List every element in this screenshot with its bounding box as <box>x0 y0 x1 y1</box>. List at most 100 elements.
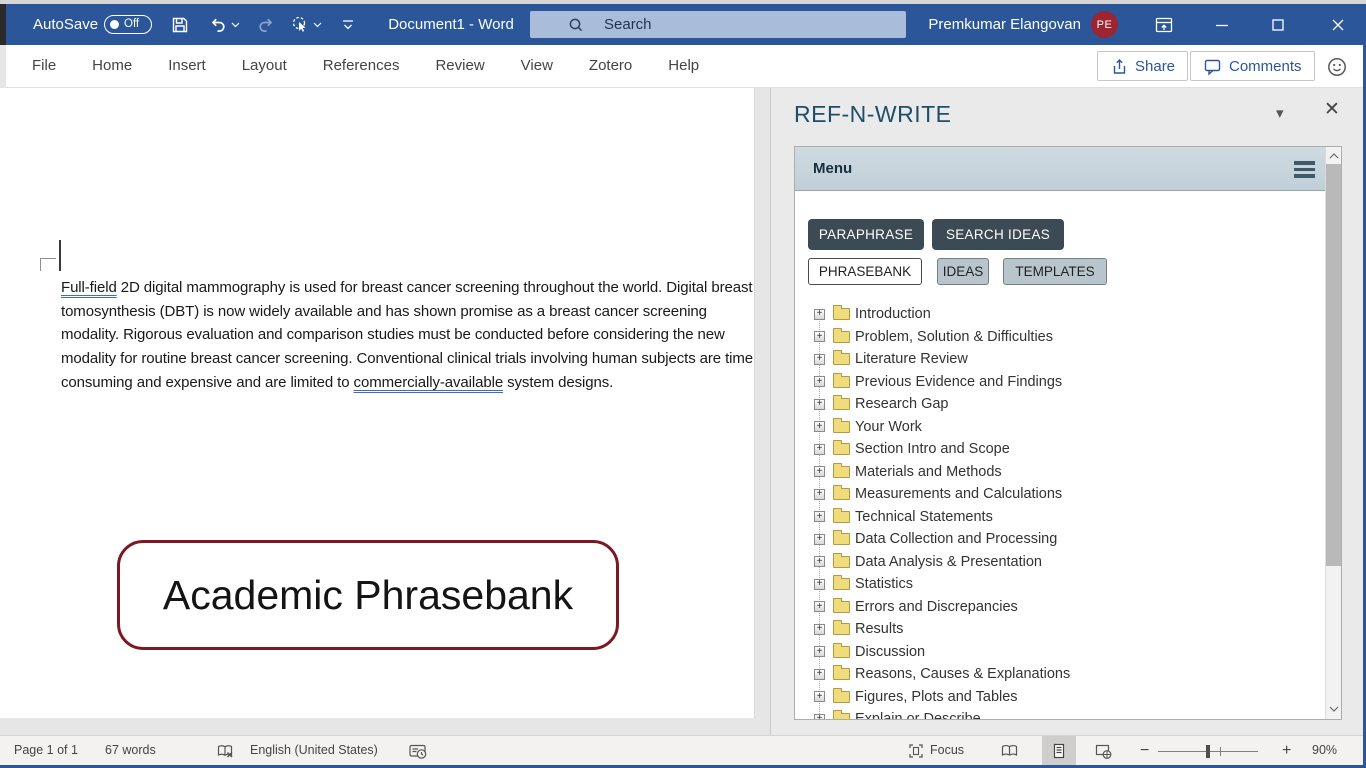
tree-node-introduction[interactable]: + Introduction <box>795 303 1323 326</box>
expand-plus-icon[interactable]: + <box>814 691 825 703</box>
customize-quick-access-toolbar-button[interactable] <box>336 13 360 37</box>
tree-node-materials-methods[interactable]: + Materials and Methods <box>795 461 1323 484</box>
tab-insert[interactable]: Insert <box>150 45 224 87</box>
paraphrase-button[interactable]: PARAPHRASE <box>808 219 924 250</box>
grammar-flagged-text[interactable]: Full-field <box>61 279 117 296</box>
tab-layout[interactable]: Layout <box>224 45 305 87</box>
grammar-flagged-text[interactable]: commercially-available <box>354 374 504 391</box>
expand-plus-icon[interactable]: + <box>814 578 825 590</box>
document-background <box>755 88 770 735</box>
tree-node-literature-review[interactable]: + Literature Review <box>795 348 1323 371</box>
proofing-errors-button[interactable] <box>216 743 234 765</box>
scrollbar-up-icon[interactable] <box>1326 148 1341 164</box>
tree-node-measurements[interactable]: + Measurements and Calculations <box>795 483 1323 506</box>
page-indicator[interactable]: Page 1 of 1 <box>14 736 78 765</box>
maximize-button[interactable] <box>1258 4 1298 45</box>
tree-node-explain-describe[interactable]: + Explain or Describe <box>795 708 1323 719</box>
document-updates-button[interactable] <box>408 743 428 765</box>
print-layout-button[interactable] <box>1042 736 1076 765</box>
tree-node-data-collection[interactable]: + Data Collection and Processing <box>795 528 1323 551</box>
pane-options-dropdown[interactable]: ▾ <box>1276 104 1284 122</box>
web-layout-button[interactable] <box>1094 743 1113 765</box>
undo-button[interactable] <box>206 13 230 37</box>
tree-node-previous-evidence[interactable]: + Previous Evidence and Findings <box>795 371 1323 394</box>
touch-mode-dropdown[interactable] <box>310 13 324 37</box>
tree-node-results[interactable]: + Results <box>795 618 1323 641</box>
expand-plus-icon[interactable]: + <box>814 601 825 613</box>
expand-plus-icon[interactable]: + <box>814 398 825 410</box>
word-count[interactable]: 67 words <box>105 736 156 765</box>
share-button[interactable]: Share <box>1097 51 1189 81</box>
tree-node-figures-plots[interactable]: + Figures, Plots and Tables <box>795 686 1323 709</box>
pane-scrollbar[interactable] <box>1325 147 1341 719</box>
tab-review[interactable]: Review <box>417 45 502 87</box>
ideas-button[interactable]: IDEAS <box>937 258 989 285</box>
touch-mouse-mode-button[interactable] <box>288 13 312 37</box>
undo-dropdown[interactable] <box>228 13 242 37</box>
paragraph-text[interactable]: system designs. <box>503 374 613 391</box>
expand-plus-icon[interactable]: + <box>814 443 825 455</box>
tree-node-your-work[interactable]: + Your Work <box>795 416 1323 439</box>
tree-node-section-intro[interactable]: + Section Intro and Scope <box>795 438 1323 461</box>
scrollbar-thumb[interactable] <box>1326 164 1341 566</box>
menu-bar[interactable]: Menu <box>795 147 1341 191</box>
tree-node-errors-discrepancies[interactable]: + Errors and Discrepancies <box>795 596 1323 619</box>
pane-close-button[interactable]: ✕ <box>1324 98 1340 121</box>
zoom-slider[interactable] <box>1158 744 1258 758</box>
tab-zotero[interactable]: Zotero <box>571 45 650 87</box>
zoom-out-button[interactable]: − <box>1140 736 1149 765</box>
tree-node-problem-solution[interactable]: + Problem, Solution & Difficulties <box>795 326 1323 349</box>
user-name[interactable]: Premkumar Elangovan <box>928 4 1081 45</box>
print-layout-icon <box>1053 743 1065 758</box>
expand-plus-icon[interactable]: + <box>814 331 825 343</box>
expand-plus-icon[interactable]: + <box>814 511 825 523</box>
tree-node-discussion[interactable]: + Discussion <box>795 641 1323 664</box>
zoom-in-button[interactable]: + <box>1282 736 1291 765</box>
language-indicator[interactable]: English (United States) <box>250 736 378 765</box>
avatar[interactable]: PE <box>1091 11 1118 38</box>
zoom-slider-handle[interactable] <box>1206 745 1210 758</box>
expand-plus-icon[interactable]: + <box>814 308 825 320</box>
tab-references[interactable]: References <box>305 45 418 87</box>
expand-plus-icon[interactable]: + <box>814 556 825 568</box>
expand-plus-icon[interactable]: + <box>814 646 825 658</box>
read-mode-button[interactable] <box>1000 743 1019 764</box>
expand-plus-icon[interactable]: + <box>814 533 825 545</box>
tab-file[interactable]: File <box>14 45 74 87</box>
focus-mode-button[interactable]: Focus <box>908 736 964 765</box>
tree-node-technical-statements[interactable]: + Technical Statements <box>795 506 1323 529</box>
feedback-button[interactable] <box>1324 54 1350 80</box>
zoom-level[interactable]: 90% <box>1312 736 1337 765</box>
close-button[interactable] <box>1318 4 1358 45</box>
tree-node-statistics[interactable]: + Statistics <box>795 573 1323 596</box>
expand-plus-icon[interactable]: + <box>814 376 825 388</box>
search-ideas-button[interactable]: SEARCH IDEAS <box>932 219 1064 250</box>
tab-home[interactable]: Home <box>74 45 150 87</box>
academic-phrasebank-textbox[interactable]: Academic Phrasebank <box>117 540 619 650</box>
tab-view[interactable]: View <box>503 45 571 87</box>
expand-plus-icon[interactable]: + <box>814 466 825 478</box>
menu-label: Menu <box>813 160 853 177</box>
expand-plus-icon[interactable]: + <box>814 668 825 680</box>
tree-node-research-gap[interactable]: + Research Gap <box>795 393 1323 416</box>
scrollbar-down-icon[interactable] <box>1326 701 1341 717</box>
ribbon-display-options-button[interactable] <box>1152 13 1176 37</box>
expand-plus-icon[interactable]: + <box>814 623 825 635</box>
tab-help[interactable]: Help <box>650 45 717 87</box>
save-button[interactable] <box>168 13 192 37</box>
tree-node-data-analysis[interactable]: + Data Analysis & Presentation <box>795 551 1323 574</box>
search-input[interactable]: Search <box>530 11 906 38</box>
templates-button[interactable]: TEMPLATES <box>1003 258 1107 285</box>
expand-plus-icon[interactable]: + <box>814 421 825 433</box>
document-page[interactable]: Full-field 2D digital mammography is use… <box>0 88 755 718</box>
expand-plus-icon[interactable]: + <box>814 488 825 500</box>
document-paragraph[interactable]: Full-field 2D digital mammography is use… <box>61 276 761 395</box>
tree-node-reasons-causes[interactable]: + Reasons, Causes & Explanations <box>795 663 1323 686</box>
expand-plus-icon[interactable]: + <box>814 353 825 365</box>
phrasebank-button[interactable]: PHRASEBANK <box>808 258 922 285</box>
comments-button[interactable]: Comments <box>1190 51 1315 81</box>
expand-plus-icon[interactable]: + <box>814 713 825 719</box>
autosave-toggle[interactable]: Off <box>104 15 152 34</box>
minimize-button[interactable] <box>1202 4 1242 45</box>
hamburger-icon[interactable] <box>1294 161 1315 178</box>
